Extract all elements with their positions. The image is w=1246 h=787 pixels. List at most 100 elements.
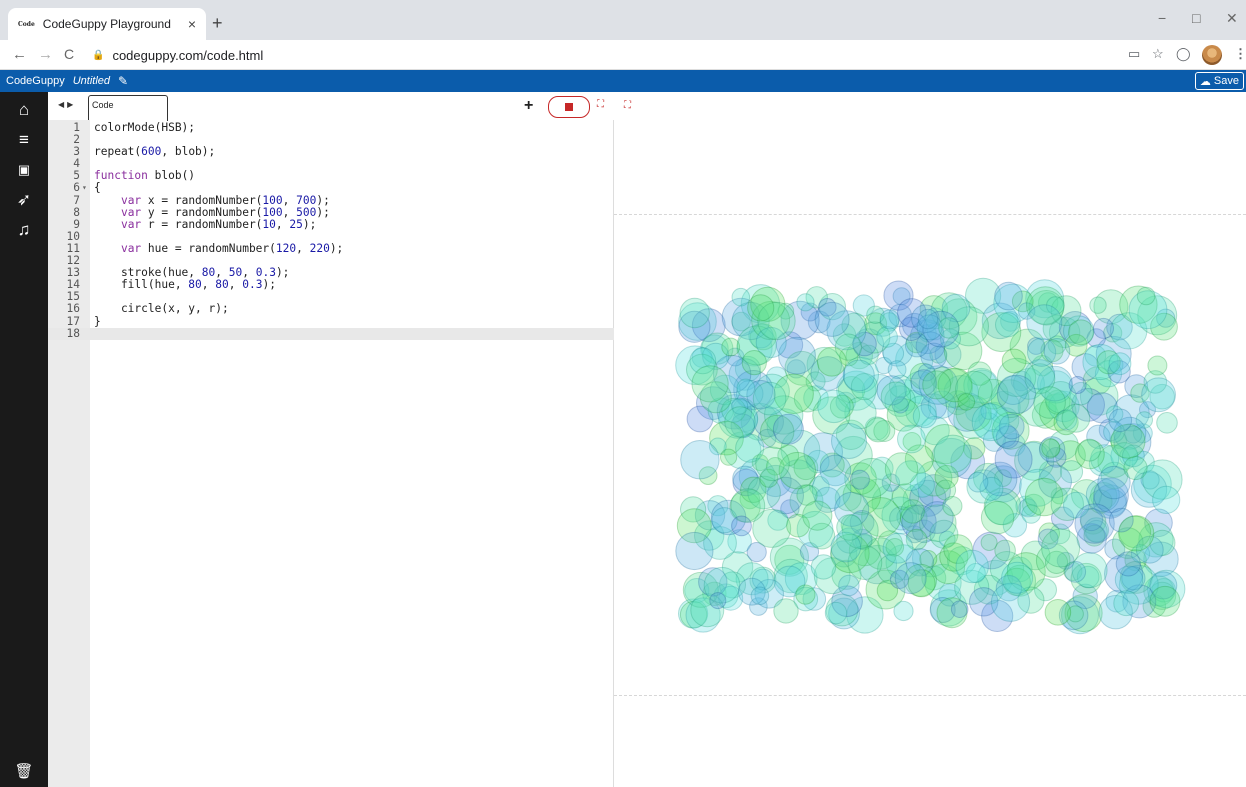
blob-circle — [971, 403, 1010, 442]
blob-circle — [1141, 377, 1176, 413]
code-line[interactable]: 9 var r = randomNumber(10, 25); — [48, 218, 614, 231]
blob-circle — [1041, 528, 1081, 568]
code-line[interactable]: 11 var hue = randomNumber(120, 220); — [48, 242, 614, 255]
blob-circle — [957, 393, 976, 411]
code-line[interactable]: 3 repeat(600, blob); — [48, 146, 614, 158]
fold-arrow-icon[interactable]: ▾ — [82, 182, 87, 194]
maximize-button[interactable]: □ — [1192, 10, 1200, 26]
code-line[interactable]: 16 circle(x, y, r); — [48, 303, 614, 315]
blob-canvas — [675, 277, 1186, 635]
blob-circle — [675, 531, 714, 571]
codeguppy-favicon-icon: Code — [18, 20, 35, 28]
blob-circle — [922, 370, 952, 400]
blob-circle — [816, 346, 847, 377]
menu-icon[interactable]: ≡ — [0, 130, 48, 150]
blob-circle — [967, 471, 989, 493]
line-number: 6 — [73, 181, 80, 195]
blob-circle — [879, 309, 900, 330]
blob-circle — [950, 600, 969, 619]
tab-close-icon[interactable]: × — [188, 16, 196, 32]
image-icon[interactable]: ▣ — [0, 160, 48, 180]
music-icon[interactable]: ♫ — [0, 220, 48, 240]
blob-circle — [994, 539, 1016, 562]
rename-pencil-icon[interactable]: ✎ — [118, 74, 128, 88]
app-header: CodeGuppy Untitled ✎ ☁ Save — [0, 70, 1246, 92]
code-line[interactable]: 18 — [48, 327, 614, 340]
browser-menu-icon[interactable]: ⋮ — [1234, 46, 1246, 62]
panel-toggle-arrows-icon[interactable]: ◀▶ — [58, 100, 76, 109]
add-file-button[interactable]: + — [524, 97, 533, 115]
code-text: circle(x, y, r); — [94, 302, 229, 316]
trash-icon[interactable]: 🗑 — [0, 762, 48, 782]
code-text: repeat(600, blob); — [94, 145, 216, 159]
bookmark-star-icon[interactable]: ☆ — [1152, 46, 1164, 62]
blob-circle — [996, 374, 1037, 414]
blob-circle — [849, 469, 870, 490]
blob-circle — [747, 294, 775, 322]
code-line[interactable]: 14 fill(hue, 80, 80, 0.3); — [48, 279, 614, 291]
blob-circle — [752, 381, 787, 416]
blob-circle — [1026, 304, 1063, 341]
blob-circle — [721, 337, 741, 357]
blob-circle — [894, 562, 927, 595]
project-title[interactable]: Untitled — [73, 75, 110, 87]
blob-circle — [814, 301, 850, 337]
blob-circle — [817, 389, 851, 424]
blob-circle — [876, 326, 898, 348]
blob-circle — [880, 381, 912, 412]
output-canvas[interactable] — [614, 214, 1246, 696]
blob-circle — [795, 584, 816, 605]
blob-circle — [994, 440, 1033, 479]
blob-circle — [750, 586, 770, 606]
code-line[interactable]: 17} — [48, 314, 614, 328]
expand-output-icon[interactable]: ⛶ — [624, 100, 631, 111]
blob-circle — [810, 554, 837, 580]
browser-tab[interactable]: Code CodeGuppy Playground × — [8, 8, 206, 40]
blob-circle — [933, 434, 973, 474]
save-button[interactable]: ☁ Save — [1194, 72, 1244, 90]
url-field[interactable]: 🔒 codeguppy.com/code.html — [92, 43, 1092, 67]
blob-circle — [1089, 296, 1107, 314]
blob-circle — [741, 350, 767, 376]
lock-icon: 🔒 — [92, 49, 105, 61]
blob-circle — [731, 515, 752, 537]
tab-code[interactable]: Code — [88, 95, 168, 121]
back-icon[interactable]: ← — [12, 46, 27, 63]
blob-circle — [1108, 408, 1133, 433]
home-icon[interactable]: ⌂ — [0, 100, 48, 120]
rocket-icon[interactable]: ➶ — [0, 190, 48, 210]
save-label: Save — [1213, 75, 1239, 87]
blob-circle — [831, 423, 867, 459]
code-text: { — [94, 181, 101, 195]
blob-circle — [1061, 403, 1091, 433]
code-editor-panel: ◀▶ Code + ⛶ 1 colorMode(HSB); 2 3 repeat(600… — [48, 92, 614, 787]
blob-circle — [772, 413, 804, 445]
minimize-button[interactable]: − — [1158, 10, 1166, 26]
url-text: codeguppy.com/code.html — [112, 47, 264, 63]
blob-circle — [680, 440, 720, 480]
code-area[interactable]: 1 colorMode(HSB); 2 3 repeat(600, blob); 4 5 fu… — [48, 121, 614, 340]
code-line[interactable]: 5 function blob() — [48, 170, 614, 182]
forward-icon[interactable]: → — [38, 46, 53, 63]
profile-avatar[interactable] — [1202, 45, 1222, 65]
blob-circle — [838, 574, 860, 597]
brand-name[interactable]: CodeGuppy — [6, 75, 65, 87]
extension-icon[interactable]: ◯ — [1176, 46, 1191, 62]
sidebar: ⌂ ≡ ▣ ➶ ♫ 🗑 — [0, 92, 48, 787]
blob-circle — [1108, 507, 1134, 533]
expand-editor-icon[interactable]: ⛶ — [597, 99, 604, 110]
close-window-button[interactable]: ✕ — [1226, 10, 1238, 27]
blob-circle — [1108, 352, 1132, 376]
line-number: 7 — [73, 193, 80, 207]
blob-circle — [755, 446, 790, 482]
stop-button[interactable] — [548, 96, 590, 118]
reload-icon[interactable]: C — [64, 46, 74, 62]
code-text: } — [94, 314, 101, 328]
blob-circle — [1077, 438, 1101, 462]
cast-icon[interactable]: ▭ — [1128, 46, 1140, 62]
editor-toolbar: ◀▶ Code + ⛶ — [48, 92, 614, 121]
blob-circle — [955, 549, 989, 584]
blob-circle — [1147, 355, 1168, 376]
new-tab-button[interactable]: + — [212, 14, 223, 32]
code-line[interactable]: 1 colorMode(HSB); — [48, 121, 614, 134]
